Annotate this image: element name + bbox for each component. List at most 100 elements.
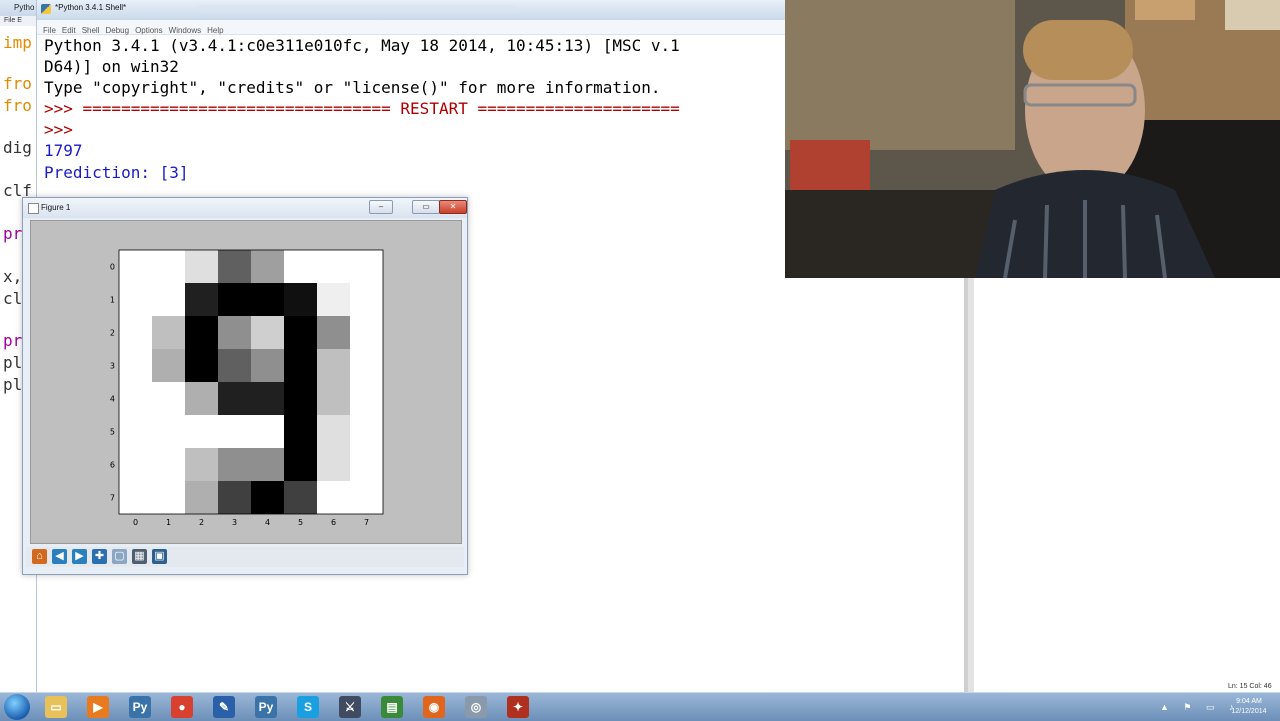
window-icon xyxy=(28,203,39,214)
editor-line: dig xyxy=(3,138,32,157)
heatmap-cell xyxy=(152,382,185,415)
shell-line: >>> ================================ RES… xyxy=(44,99,680,118)
heatmap-cell xyxy=(350,283,383,316)
firefox-icon[interactable]: ◉ xyxy=(423,696,445,718)
digit-image-chart: 0 1 2 3 4 5 6 7 0 1 2 3 4 5 6 7 xyxy=(110,249,384,527)
taskbar: ▭ ▶ Py ● ✎ Py S ⚔ ▤ ◉ ◎ ✦ ▲ ⚑ ▭ ♪ 9:04 AM 12/12/201… xyxy=(0,692,1280,721)
shell-title: *Python 3.4.1 Shell* xyxy=(55,3,127,12)
heatmap-cell xyxy=(218,448,251,481)
python-icon[interactable]: Py xyxy=(129,696,151,718)
menu-item-windows[interactable]: Windows xyxy=(169,26,201,35)
heatmap-cell xyxy=(185,316,218,349)
y-tick-label: 7 xyxy=(110,494,115,503)
menu-item-edit[interactable]: Edit xyxy=(62,26,76,35)
heatmap-cell xyxy=(185,250,218,283)
python-idle-icon[interactable]: Py xyxy=(255,696,277,718)
heatmap-cell xyxy=(284,382,317,415)
menu-item-help[interactable]: Help xyxy=(207,26,223,35)
heatmap-cell xyxy=(185,283,218,316)
heatmap-cell xyxy=(218,283,251,316)
pen-tool-icon[interactable]: ✎ xyxy=(213,696,235,718)
clock-date: 12/12/2014 xyxy=(1231,708,1267,715)
zoom-icon[interactable]: ▢ xyxy=(112,549,127,564)
clock[interactable]: 9:04 AM 12/12/2014 xyxy=(1222,697,1276,717)
heatmap-cell xyxy=(152,316,185,349)
heatmap-cell xyxy=(185,448,218,481)
heatmap-cell xyxy=(350,382,383,415)
heatmap-cell xyxy=(251,481,284,514)
maximize-button[interactable]: ▭ xyxy=(412,200,440,214)
minimize-button[interactable]: – xyxy=(369,200,393,214)
terminal-icon[interactable]: ▤ xyxy=(381,696,403,718)
heatmap-cell xyxy=(284,283,317,316)
menu-item-options[interactable]: Options xyxy=(135,26,163,35)
y-tick-label: 0 xyxy=(110,263,115,272)
webcam-icon[interactable]: ◎ xyxy=(465,696,487,718)
x-tick-label: 5 xyxy=(298,518,303,527)
heatmap-cell xyxy=(317,316,350,349)
heatmap-cell xyxy=(350,316,383,349)
menu-item-debug[interactable]: Debug xyxy=(105,26,129,35)
forward-icon[interactable]: ▶ xyxy=(72,549,87,564)
heatmap-cell xyxy=(152,481,185,514)
shell-line: Python 3.4.1 (v3.4.1:c0e311e010fc, May 1… xyxy=(44,36,680,55)
skype-icon[interactable]: S xyxy=(297,696,319,718)
shell-title-bar[interactable]: *Python 3.4.1 Shell* xyxy=(37,0,787,21)
editor-icon[interactable]: ⚔ xyxy=(339,696,361,718)
heatmap-cell xyxy=(185,382,218,415)
save-icon[interactable]: ▣ xyxy=(152,549,167,564)
heatmap-cell xyxy=(251,448,284,481)
heatmap-cell xyxy=(185,349,218,382)
shell-line: D64)] on win32 xyxy=(44,57,179,76)
heatmap-cell xyxy=(119,250,152,283)
webcam-overlay xyxy=(785,0,1280,278)
y-tick-label: 1 xyxy=(110,296,115,305)
close-button[interactable]: ✕ xyxy=(439,200,467,214)
heatmap-cell xyxy=(284,448,317,481)
heatmap-cell xyxy=(350,415,383,448)
start-button[interactable] xyxy=(4,694,30,720)
heatmap-cell xyxy=(317,415,350,448)
clock-time: 9:04 AM xyxy=(1236,698,1262,705)
configure-icon[interactable]: ▦ xyxy=(132,549,147,564)
heatmap-cell xyxy=(119,481,152,514)
x-tick-label: 6 xyxy=(331,518,336,527)
pan-icon[interactable]: ✚ xyxy=(92,549,107,564)
heatmap-cell xyxy=(119,382,152,415)
game-icon[interactable]: ✦ xyxy=(507,696,529,718)
python-icon xyxy=(41,4,51,14)
heatmap-cell xyxy=(350,481,383,514)
chrome-icon[interactable]: ● xyxy=(171,696,193,718)
media-player-icon[interactable]: ▶ xyxy=(87,696,109,718)
x-tick-label: 2 xyxy=(199,518,204,527)
editor-line: fro xyxy=(3,74,32,93)
heatmap-cell xyxy=(251,382,284,415)
heatmap-cell xyxy=(119,349,152,382)
heatmap-cell xyxy=(185,415,218,448)
y-tick-label: 2 xyxy=(110,329,115,338)
heatmap-cell xyxy=(218,382,251,415)
home-icon[interactable]: ⌂ xyxy=(32,549,47,564)
figure-title-bar[interactable]: Figure 1 – ▭ ✕ xyxy=(23,198,467,218)
editor-line: cl xyxy=(3,289,23,308)
figure-title: Figure 1 xyxy=(41,203,71,212)
menu-item-shell[interactable]: Shell xyxy=(82,26,100,35)
heatmap-cell xyxy=(317,283,350,316)
heatmap-cell xyxy=(152,250,185,283)
file-explorer-icon[interactable]: ▭ xyxy=(45,696,67,718)
x-tick-label: 1 xyxy=(166,518,171,527)
shell-line: 1797 xyxy=(44,141,83,160)
heatmap-cell xyxy=(251,283,284,316)
heatmap-cell xyxy=(284,481,317,514)
back-icon[interactable]: ◀ xyxy=(52,549,67,564)
heatmap-cell xyxy=(350,349,383,382)
heatmap-cell xyxy=(317,448,350,481)
y-tick-label: 6 xyxy=(110,461,115,470)
editor-menu: File E xyxy=(0,16,40,26)
menu-item-file[interactable]: File xyxy=(43,26,56,35)
x-tick-label: 4 xyxy=(265,518,270,527)
y-tick-label: 4 xyxy=(110,395,115,404)
heatmap-cell xyxy=(251,250,284,283)
heatmap-cell xyxy=(317,481,350,514)
heatmap-cell xyxy=(350,250,383,283)
